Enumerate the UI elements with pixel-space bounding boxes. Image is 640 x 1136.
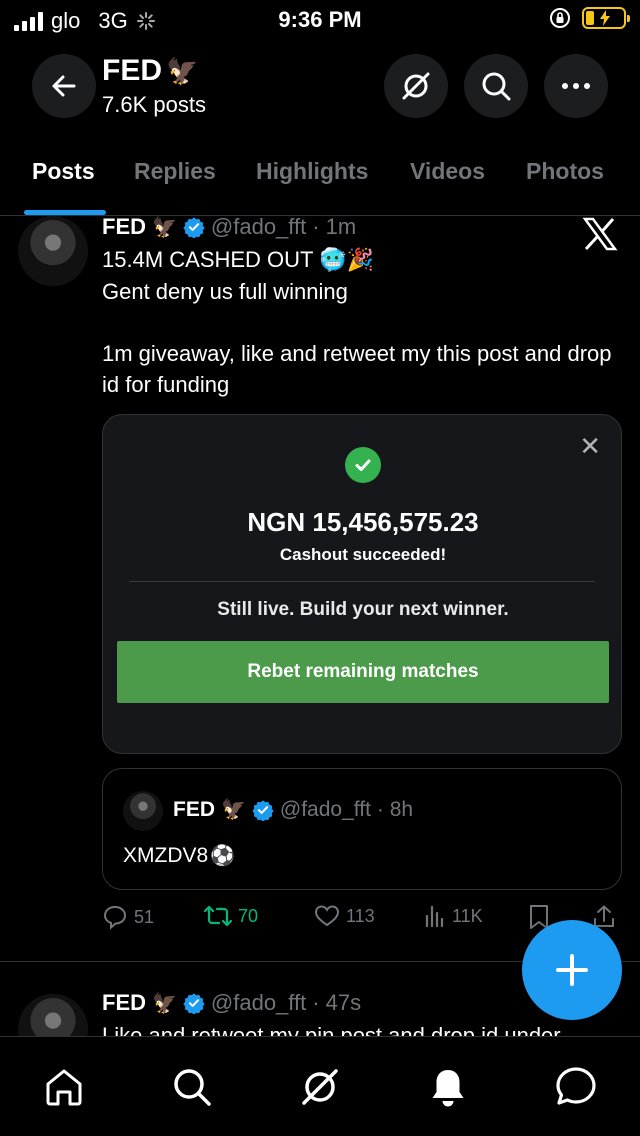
view-count: 11K [452,905,483,926]
profile-name: FED 🦅 [102,54,198,88]
avatar [123,791,163,831]
author-name[interactable]: FED [102,214,146,240]
check-circle-icon [345,447,381,483]
cashout-amount: NGN 15,456,575.23 [247,507,479,537]
post-text-body: 1m giveaway, like and retweet my this po… [102,341,612,397]
post-time: · 47s [312,990,362,1015]
status-bar: glo 3G 9:36 PM [0,0,640,42]
status-right [548,6,630,30]
retweet-count: 70 [238,905,259,926]
avatar[interactable] [18,216,88,286]
quoted-post-header: FED 🦅 @fado_fft · 8h [173,797,413,822]
rebet-button: Rebet remaining matches [117,641,609,703]
bottom-nav [0,1036,640,1136]
bell-icon [432,1070,464,1107]
verified-badge-icon [183,993,205,1014]
retweet-icon [204,905,232,927]
post-header: FED 🦅 @fado_fft · 47s [102,990,361,1016]
home-icon [46,1069,82,1106]
nav-notifications[interactable] [426,1065,470,1109]
grok-icon [402,72,430,100]
reply-count: 51 [134,906,155,927]
back-button[interactable] [32,54,96,118]
tab-highlights[interactable]: Highlights [256,158,368,185]
reply-icon [103,905,127,930]
retweet-button[interactable]: 70 [204,904,258,928]
soccer-ball-emoji: ⚽ [210,845,236,867]
post-time: · 1m [312,214,357,239]
search-button[interactable] [464,54,528,118]
tab-videos[interactable]: Videos [410,158,485,185]
post-text-line2: Gent deny us full winning [102,279,348,304]
compose-button[interactable] [522,920,622,1020]
eagle-emoji: 🦅 [166,55,199,86]
plus-icon [556,954,588,986]
post-time: · 8h [376,797,414,821]
tab-photos[interactable]: Photos [526,158,604,185]
profile-tabs: Posts Replies Highlights Videos Photos [0,128,640,216]
more-icon [562,83,590,89]
verified-badge-icon [252,799,274,821]
cashout-status: Cashout succeeded! [279,545,447,564]
tab-replies[interactable]: Replies [134,158,216,185]
post-count: 7.6K posts [102,92,206,117]
views-button[interactable]: 11K [424,904,483,928]
quoted-post-text: XMZDV8 ⚽ [123,843,235,868]
eagle-emoji: 🦅 [152,216,177,239]
eagle-emoji: 🦅 [221,799,246,821]
author-name: FED [173,797,215,821]
profile-name-text: FED [102,54,162,87]
clock: 9:36 PM [278,7,362,32]
nav-search[interactable] [170,1065,214,1109]
chat-bubble-icon [556,1067,596,1105]
quoted-text: XMZDV8 [123,843,209,867]
heart-icon [314,905,340,927]
author-handle[interactable]: @fado_fft [211,990,306,1016]
verified-badge-icon [183,217,205,238]
reply-button[interactable]: 51 [102,904,154,930]
author-handle[interactable]: @fado_fft [211,214,306,240]
post-image[interactable]: ✕ NGN 15,456,575.23 Cashout succeeded! S… [102,414,622,754]
profile-header: FED 🦅 7.6K posts [0,42,640,128]
search-icon [174,1069,211,1106]
like-count: 113 [346,905,375,926]
like-button[interactable]: 113 [314,904,375,928]
divider [129,581,595,582]
orientation-lock-icon [550,8,570,28]
more-options-button[interactable] [544,54,608,118]
nav-grok[interactable] [298,1065,342,1109]
battery-icon [582,7,630,29]
post-text-line1: 15.4M CASHED OUT 🥶🎉 [102,247,374,272]
grok-icon [302,1069,338,1105]
quoted-post[interactable]: FED 🦅 @fado_fft · 8h XMZDV8 ⚽ [102,768,622,890]
nav-home[interactable] [42,1065,86,1109]
arrow-left-icon [52,75,76,97]
author-handle: @fado_fft [279,797,371,821]
tab-posts[interactable]: Posts [32,158,95,185]
search-icon [482,72,511,101]
post-header: FED 🦅 @fado_fft · 1m [102,214,356,240]
grok-button[interactable] [384,54,448,118]
eagle-emoji: 🦅 [152,992,177,1015]
active-tab-indicator [24,210,106,215]
nav-messages[interactable] [554,1065,598,1109]
author-name[interactable]: FED [102,990,146,1016]
analytics-icon [425,905,444,928]
tagline: Still live. Build your next winner. [217,599,509,620]
close-icon: ✕ [579,431,601,461]
